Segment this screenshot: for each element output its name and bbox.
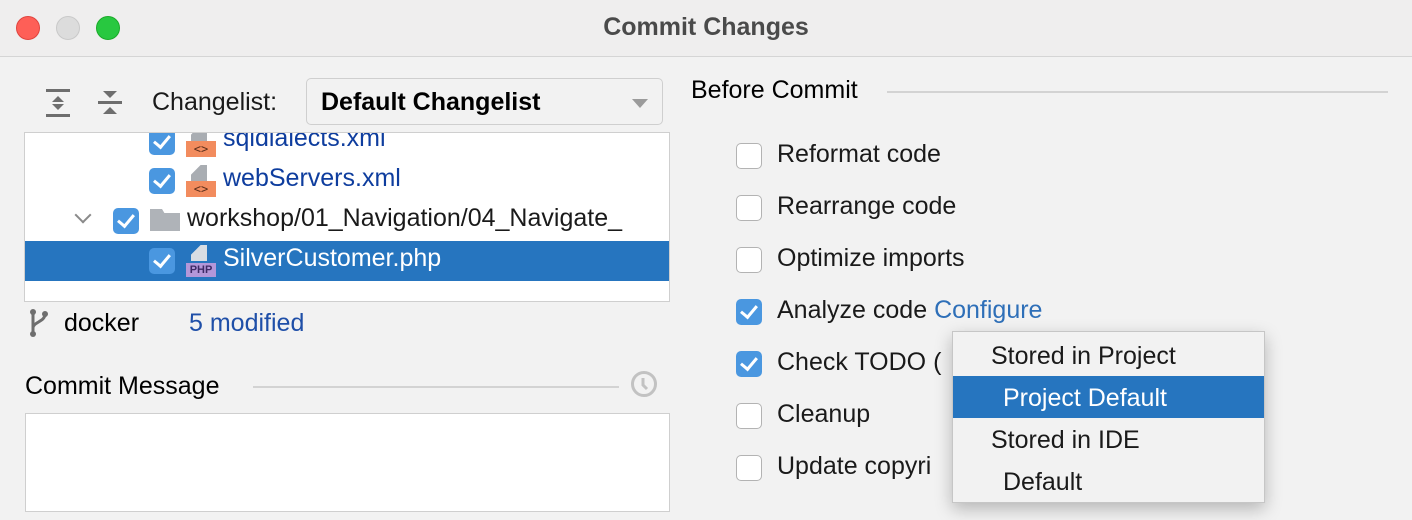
collapse-all-icon[interactable]: [96, 86, 124, 120]
checkbox-checked[interactable]: [736, 351, 762, 377]
xml-file-icon: [187, 165, 207, 181]
option-label: Update copyri: [777, 452, 932, 480]
file-name: SilverCustomer.php: [223, 244, 442, 272]
tree-row[interactable]: <> sqldialects.xml: [25, 132, 669, 161]
changelist-select[interactable]: Default Changelist: [306, 78, 663, 125]
git-branch-icon: [30, 309, 48, 337]
php-file-icon: [187, 245, 207, 261]
inspection-profile-popup: Stored in Project Project Default Stored…: [952, 331, 1265, 503]
tree-row[interactable]: workshop/01_Navigation/04_Navigate_: [25, 201, 669, 241]
file-name: sqldialects.xml: [223, 132, 386, 152]
window-title: Commit Changes: [603, 13, 809, 41]
xml-badge: <>: [186, 141, 216, 157]
configure-link[interactable]: Configure: [934, 296, 1042, 324]
branch-name: docker: [64, 309, 140, 337]
separator: [253, 386, 619, 388]
chevron-down-icon[interactable]: [74, 206, 92, 224]
changes-tree[interactable]: <> sqldialects.xml <> webServers.xml wor…: [24, 132, 670, 302]
checkbox[interactable]: [736, 195, 762, 221]
option-label: Reformat code: [777, 140, 941, 168]
php-badge: PHP: [186, 263, 216, 277]
folder-icon: [150, 209, 180, 231]
clock-icon[interactable]: [630, 370, 658, 398]
option-label: Check TODO (: [777, 348, 942, 376]
tree-row[interactable]: <> webServers.xml: [25, 161, 669, 201]
option-analyze-code[interactable]: Analyze code Configure: [736, 296, 1136, 328]
popup-item-default[interactable]: Default: [953, 460, 1264, 502]
commit-message-label: Commit Message: [25, 372, 220, 400]
title-bar: Commit Changes: [0, 0, 1412, 57]
folder-checkbox[interactable]: [113, 208, 139, 234]
chevron-down-icon: [632, 99, 648, 108]
file-checkbox[interactable]: [149, 248, 175, 274]
popup-group-stored-in-ide: Stored in IDE: [953, 418, 1264, 460]
changelist-label: Changelist:: [152, 88, 278, 116]
changelist-value: Default Changelist: [321, 88, 541, 116]
option-label: Rearrange code: [777, 192, 957, 220]
popup-item-label: Project Default: [1003, 384, 1167, 412]
popup-item-label: Default: [1003, 468, 1083, 496]
xml-badge: <>: [186, 181, 216, 197]
commit-message-input[interactable]: [25, 413, 670, 512]
before-commit-label: Before Commit: [691, 76, 858, 104]
expand-all-icon[interactable]: [44, 86, 72, 120]
option-label: Cleanup: [777, 400, 871, 428]
popup-item-label: Stored in Project: [991, 342, 1176, 370]
checkbox[interactable]: [736, 247, 762, 273]
option-label: Analyze code Configure: [777, 296, 1042, 325]
checkbox-checked[interactable]: [736, 299, 762, 325]
file-checkbox[interactable]: [149, 168, 175, 194]
checkbox[interactable]: [736, 403, 762, 429]
xml-file-icon: [187, 133, 207, 141]
checkbox[interactable]: [736, 455, 762, 481]
popup-item-project-default[interactable]: Project Default: [953, 376, 1264, 418]
popup-group-stored-in-project: Stored in Project: [953, 334, 1264, 376]
file-checkbox[interactable]: [149, 133, 175, 155]
folder-name: workshop/01_Navigation/04_Navigate_: [187, 204, 623, 232]
modified-count-link[interactable]: 5 modified: [189, 309, 304, 338]
popup-item-label: Stored in IDE: [991, 426, 1140, 454]
separator: [887, 91, 1388, 93]
tree-row-selected[interactable]: PHP SilverCustomer.php: [25, 241, 669, 281]
option-label: Optimize imports: [777, 244, 965, 272]
file-name: webServers.xml: [223, 164, 401, 192]
analyze-code-label: Analyze code: [777, 296, 928, 324]
checkbox[interactable]: [736, 143, 762, 169]
